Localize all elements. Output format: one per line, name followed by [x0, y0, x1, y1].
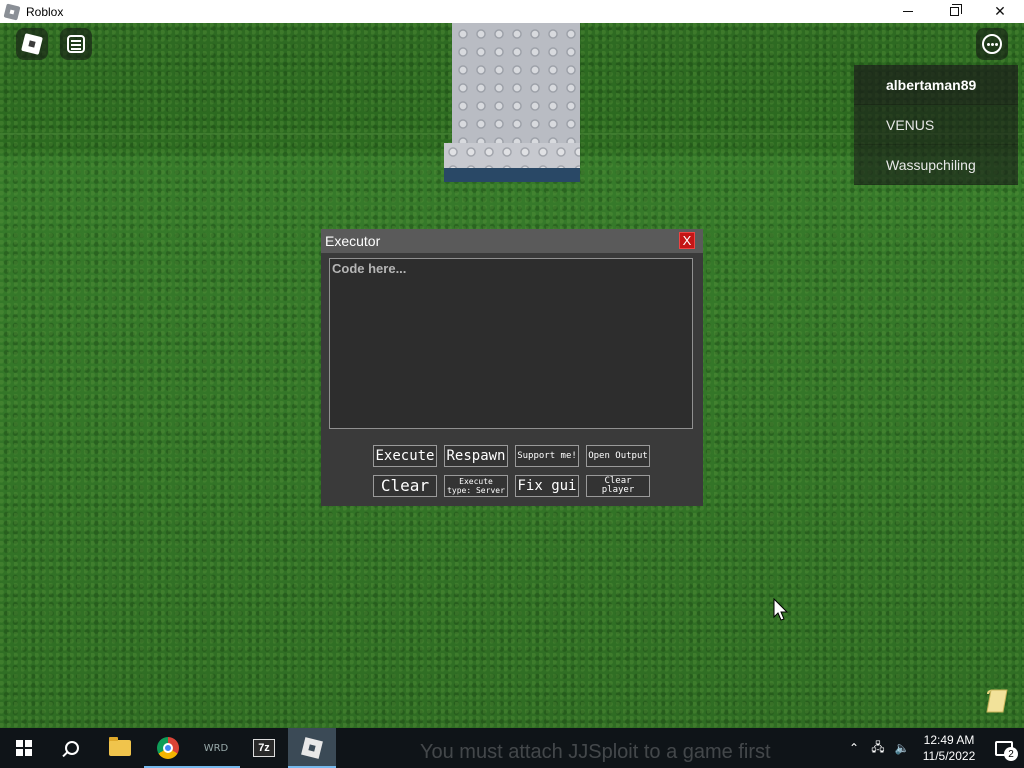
taskbar-7zip[interactable]: 7z: [240, 728, 288, 768]
volume-icon[interactable]: 🔈: [890, 728, 914, 768]
minimize-icon: [903, 11, 913, 12]
tray-chevron-up-icon[interactable]: ⌃: [842, 728, 866, 768]
player-list-item[interactable]: albertaman89: [854, 65, 1018, 105]
chrome-icon: [157, 737, 179, 759]
7zip-icon: 7z: [253, 739, 275, 757]
restore-icon: [949, 4, 962, 16]
clock-time: 12:49 AM: [923, 733, 975, 747]
chat-button[interactable]: [60, 28, 92, 60]
notification-count: 2: [1004, 747, 1018, 761]
clock-date: 11/5/2022: [922, 749, 976, 763]
network-icon[interactable]: 🖧: [866, 728, 890, 768]
attach-warning-text: You must attach JJSploit to a game first: [420, 741, 771, 763]
roblox-menu-button[interactable]: [16, 28, 48, 60]
taskbar-roblox[interactable]: [288, 728, 336, 768]
roblox-icon: [301, 737, 323, 759]
player-list-item[interactable]: Wassupchiling: [854, 145, 1018, 185]
mouse-cursor-icon: [773, 597, 789, 627]
player-list: albertaman89 VENUS Wassupchiling: [854, 65, 1018, 185]
system-tray: ⌃ 🖧 🔈 12:49 AM 11/5/2022 2: [842, 728, 1024, 768]
taskbar-file-explorer[interactable]: [96, 728, 144, 768]
taskbar-chrome[interactable]: [144, 728, 192, 768]
taskbar-wrd[interactable]: WRD: [192, 728, 240, 768]
respawn-button[interactable]: Respawn: [444, 445, 508, 467]
execute-button[interactable]: Execute: [373, 445, 437, 467]
player-list-item[interactable]: VENUS: [854, 105, 1018, 145]
close-icon: ✕: [994, 3, 1006, 19]
game-viewport[interactable]: albertaman89 VENUS Wassupchiling Executo…: [0, 23, 1024, 728]
executor-header[interactable]: Executor X: [321, 229, 703, 253]
restore-button[interactable]: [931, 0, 977, 23]
start-button[interactable]: [0, 728, 48, 768]
start-icon: [16, 740, 32, 756]
search-icon: [65, 741, 79, 755]
search-button[interactable]: [48, 728, 96, 768]
executor-close-button[interactable]: X: [679, 232, 695, 249]
roblox-app-icon: [3, 3, 21, 20]
file-explorer-icon: [109, 737, 131, 756]
close-window-button[interactable]: ✕: [977, 0, 1023, 23]
chat-icon: [67, 35, 85, 53]
clear-button[interactable]: Clear: [373, 475, 437, 497]
clear-player-button[interactable]: Clear player: [586, 475, 650, 497]
roblox-logo-icon: [21, 33, 43, 55]
stud-block-tower: [444, 23, 580, 183]
open-output-button[interactable]: Open Output: [586, 445, 650, 467]
support-me-button[interactable]: Support me!: [515, 445, 579, 467]
executor-panel: Executor X Execute Respawn Support me! O…: [321, 229, 703, 506]
more-options-icon: [982, 34, 1002, 54]
fix-gui-button[interactable]: Fix gui: [515, 475, 579, 497]
executor-title: Executor: [325, 233, 381, 249]
more-options-button[interactable]: [976, 28, 1008, 60]
code-input[interactable]: [329, 258, 693, 429]
action-center-button[interactable]: 2: [984, 728, 1024, 768]
window-title: Roblox: [26, 4, 64, 19]
wrd-app-icon: WRD: [203, 742, 229, 754]
execute-type-button[interactable]: Execute type: Server: [444, 475, 508, 497]
scroll-icon[interactable]: [983, 686, 1013, 716]
system-clock[interactable]: 12:49 AM 11/5/2022: [914, 732, 984, 764]
window-titlebar: Roblox ✕: [0, 0, 1024, 23]
minimize-button[interactable]: [885, 0, 931, 23]
